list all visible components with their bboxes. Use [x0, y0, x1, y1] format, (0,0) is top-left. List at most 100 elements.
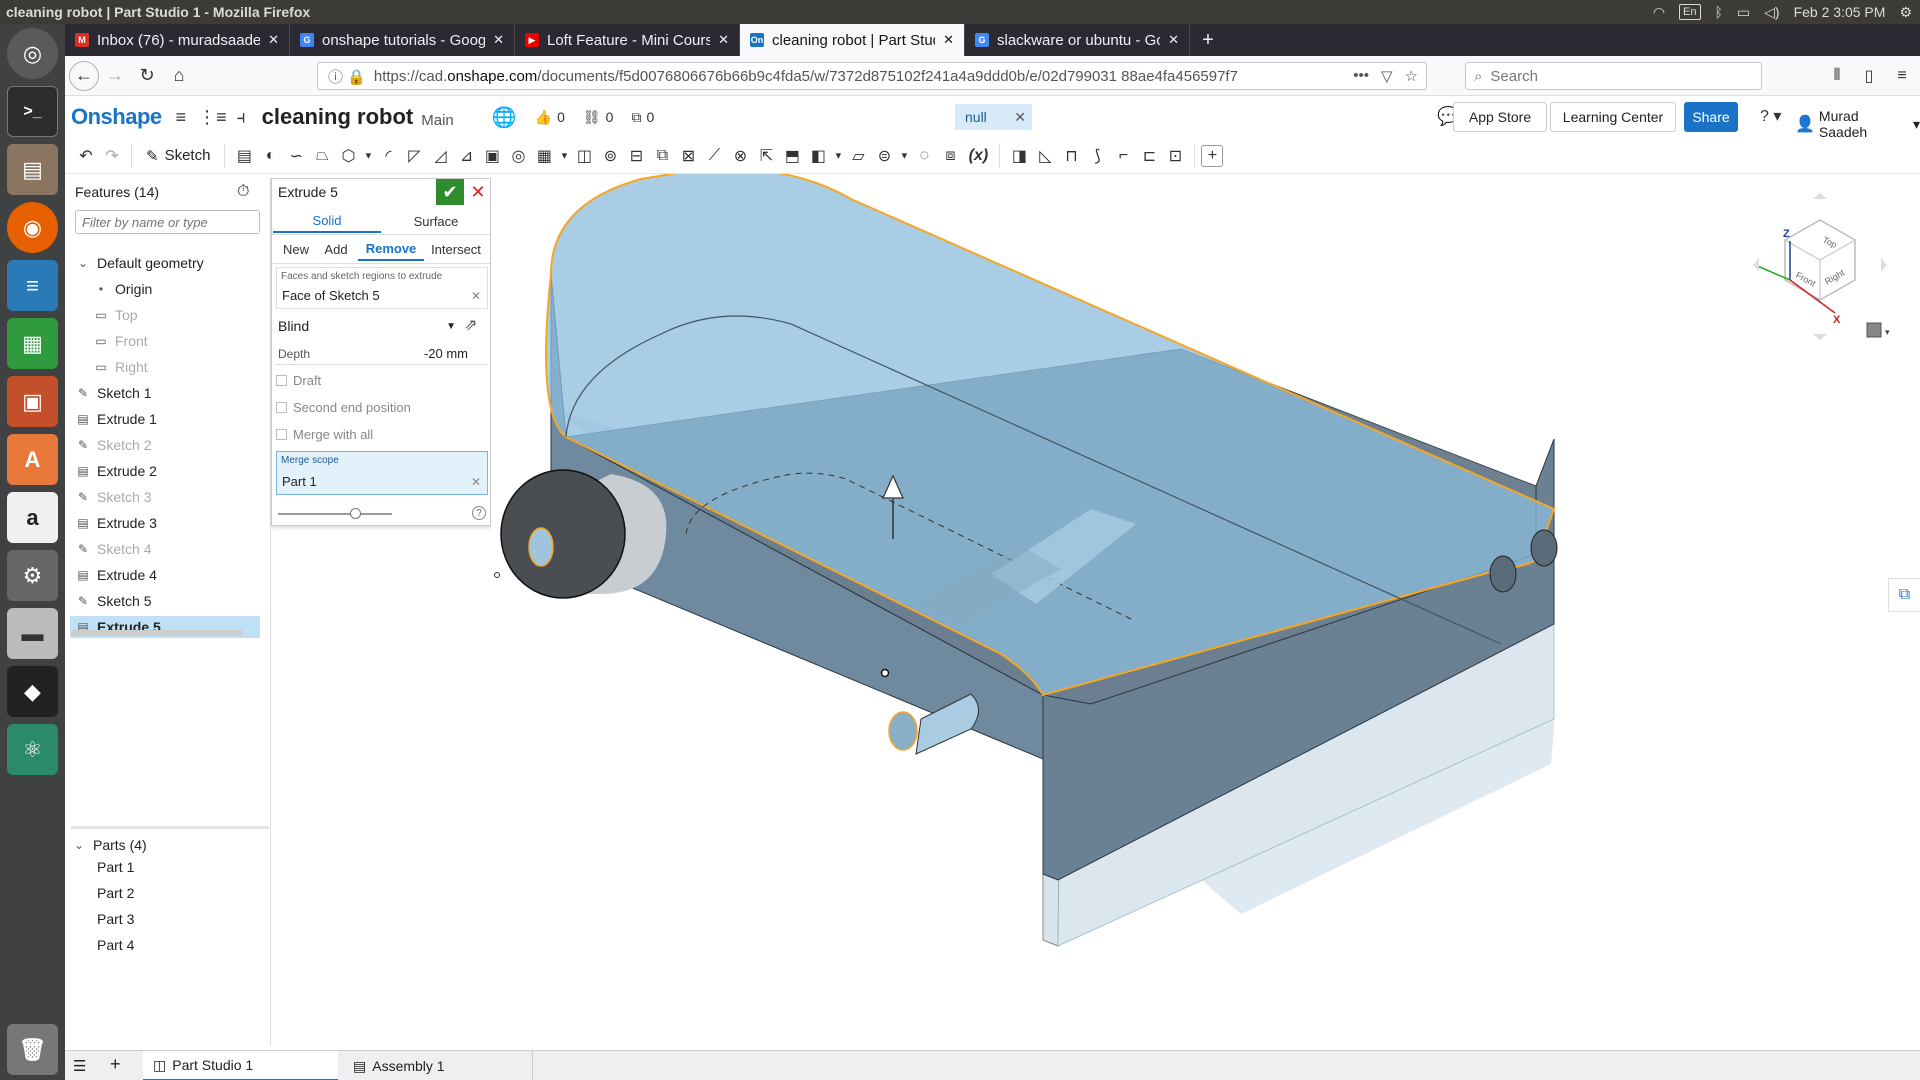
- close-icon[interactable]: ✕: [1168, 32, 1179, 48]
- rib-icon[interactable]: ⊿: [453, 143, 479, 169]
- tab-cleaning-robot[interactable]: On cleaning robot | Part Studio ✕: [740, 24, 965, 56]
- boolean-icon[interactable]: ⊚: [597, 143, 623, 169]
- pattern-icon[interactable]: ▦: [531, 143, 557, 169]
- fillet-icon[interactable]: ◜: [375, 143, 401, 169]
- rollback-timer-icon[interactable]: ⏱: [237, 183, 249, 201]
- sweep-icon[interactable]: ∽: [283, 143, 309, 169]
- feature-item[interactable]: ▭ Front: [65, 330, 255, 352]
- bluetooth-icon[interactable]: ᛒ: [1715, 4, 1723, 20]
- draft-icon[interactable]: ◿: [427, 143, 453, 169]
- view-cube[interactable]: Top Front Right Z X ▾: [1745, 185, 1895, 350]
- extrude-icon[interactable]: ▤: [231, 143, 257, 169]
- delete-part-icon[interactable]: ⊠: [675, 143, 701, 169]
- feature-item[interactable]: ▤ Extrude 2: [65, 460, 255, 482]
- parts-divider[interactable]: [71, 826, 269, 829]
- system-settings-icon[interactable]: ⚙: [7, 550, 58, 601]
- learning-center-button[interactable]: Learning Center: [1550, 102, 1676, 132]
- library-icon[interactable]: ⫴: [1825, 64, 1849, 88]
- main-menu-icon[interactable]: ≡: [176, 107, 187, 128]
- tab-part-studio-1[interactable]: ◫ Part Studio 1: [143, 1051, 338, 1080]
- rotate-up-arrow-icon[interactable]: [1813, 193, 1827, 199]
- move-face-icon[interactable]: ⇱: [753, 143, 779, 169]
- parts-header[interactable]: ⌄ Parts (4): [71, 834, 261, 856]
- bend-relief-icon[interactable]: ⊏: [1136, 143, 1162, 169]
- corner-icon[interactable]: ⌐: [1110, 143, 1136, 169]
- feature-item[interactable]: ▤ Extrude 1: [65, 408, 255, 430]
- dropdown-chevron-icon[interactable]: ▾: [831, 143, 845, 169]
- op-intersect[interactable]: Intersect: [424, 237, 488, 261]
- feature-filter-input[interactable]: [75, 210, 260, 234]
- feature-item[interactable]: ✎ Sketch 5: [65, 590, 255, 612]
- links-count[interactable]: ⛓ 0: [583, 109, 614, 126]
- sidebar-icon[interactable]: ▯: [1857, 64, 1881, 88]
- configurations-panel-icon[interactable]: ⧉: [1888, 578, 1920, 612]
- feature-item[interactable]: • Origin: [65, 278, 255, 300]
- site-info-icon[interactable]: ⓘ 🔒: [328, 66, 366, 87]
- close-icon[interactable]: ✕: [718, 32, 729, 48]
- back-button[interactable]: ←: [69, 60, 99, 91]
- feature-item[interactable]: ▤ Extrude 3: [65, 512, 255, 534]
- part-item[interactable]: Part 3: [65, 908, 255, 930]
- rotate-right-arrow-icon[interactable]: [1881, 258, 1887, 272]
- add-tab-icon[interactable]: +: [110, 1054, 121, 1075]
- pocket-icon[interactable]: ▽: [1381, 67, 1393, 85]
- preview-slider-thumb[interactable]: [349, 508, 361, 519]
- accept-check-icon[interactable]: ✔: [436, 179, 464, 205]
- reload-button[interactable]: ↻: [131, 60, 163, 92]
- tab-icon[interactable]: ⊓: [1058, 143, 1084, 169]
- variable-icon[interactable]: (x): [963, 143, 993, 169]
- likes-count[interactable]: 👍 0: [535, 109, 565, 126]
- dropdown-caret-icon[interactable]: ▾: [1885, 327, 1890, 337]
- helix-icon[interactable]: ◌: [911, 143, 937, 169]
- view-options-icon[interactable]: [1866, 322, 1882, 338]
- document-title[interactable]: cleaning robot: [262, 104, 414, 130]
- redo-icon[interactable]: ↷: [99, 143, 125, 169]
- flange-icon[interactable]: ◺: [1032, 143, 1058, 169]
- help-icon[interactable]: ? ▾: [1760, 106, 1781, 126]
- revolve-icon[interactable]: ◐: [257, 143, 283, 169]
- depth-field[interactable]: Depth -20 mm: [276, 343, 488, 365]
- inkscape-icon[interactable]: ◆: [7, 666, 58, 717]
- tab-surface[interactable]: Surface: [382, 209, 490, 233]
- trash-icon[interactable]: 🗑: [7, 1024, 58, 1075]
- firefox-icon[interactable]: ◉: [7, 202, 58, 253]
- ubuntu-dash-icon[interactable]: ◎: [7, 28, 58, 79]
- feature-item[interactable]: ✎ Sketch 1: [65, 382, 255, 404]
- atom-icon[interactable]: ⚛: [7, 724, 58, 775]
- sheet-metal-icon[interactable]: ◨: [1006, 143, 1032, 169]
- insert-icon[interactable]: ⫞: [237, 107, 246, 128]
- merge-scope-field[interactable]: Merge scope Part 1 ✕: [276, 451, 488, 495]
- op-add[interactable]: Add: [316, 237, 356, 261]
- feature-item[interactable]: ✎ Sketch 4: [65, 538, 255, 560]
- part-item[interactable]: Part 4: [65, 934, 255, 956]
- settings-gear-icon[interactable]: ⚙: [1899, 4, 1912, 21]
- software-center-icon[interactable]: A: [7, 434, 58, 485]
- preview-slider-track[interactable]: [278, 508, 392, 519]
- home-button[interactable]: ⌂: [163, 60, 195, 92]
- feature-item[interactable]: ▤ Extrude 4: [65, 564, 255, 586]
- shell-icon[interactable]: ▣: [479, 143, 505, 169]
- mirror-icon[interactable]: ◫: [571, 143, 597, 169]
- null-chip[interactable]: null ✕: [955, 104, 1032, 130]
- loft-icon[interactable]: ⏢: [309, 143, 335, 169]
- sketch-button[interactable]: ✎ Sketch: [138, 147, 218, 165]
- delete-face-icon[interactable]: ⊗: [727, 143, 753, 169]
- finish-sheet-metal-icon[interactable]: ⊡: [1162, 143, 1188, 169]
- undo-icon[interactable]: ↶: [73, 143, 99, 169]
- share-button[interactable]: Share: [1684, 102, 1738, 132]
- impress-icon[interactable]: ▣: [7, 376, 58, 427]
- tab-solid[interactable]: Solid: [273, 209, 381, 233]
- replace-face-icon[interactable]: ⬒: [779, 143, 805, 169]
- thicken-icon[interactable]: ⬡: [335, 143, 361, 169]
- tab-loft-feature[interactable]: ▶ Loft Feature - Mini Course ✕: [515, 24, 740, 56]
- disk-icon[interactable]: ▬: [7, 608, 58, 659]
- close-icon[interactable]: ✕: [943, 32, 954, 48]
- tab-manager-icon[interactable]: ☰: [73, 1057, 86, 1075]
- feature-item[interactable]: ✎ Sketch 3: [65, 486, 255, 508]
- search-input[interactable]: ⌕ Search: [1465, 62, 1762, 90]
- rotate-left-arrow-icon[interactable]: [1753, 258, 1759, 272]
- flip-direction-icon[interactable]: ⇗: [464, 315, 477, 335]
- forward-button[interactable]: →: [99, 60, 131, 92]
- clear-x-icon[interactable]: ✕: [471, 289, 481, 303]
- globe-icon[interactable]: 🌐: [492, 105, 517, 130]
